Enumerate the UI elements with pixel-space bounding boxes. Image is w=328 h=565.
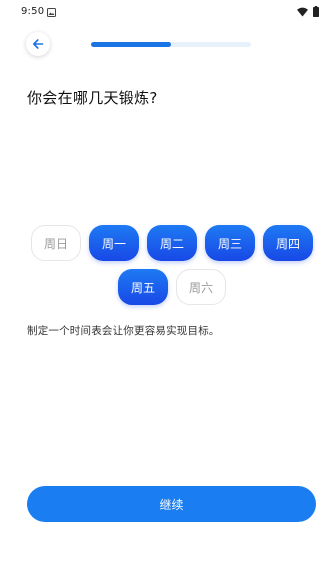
question-title: 你会在哪几天锻炼? [27,89,158,107]
day-chip-label: 周三 [217,236,242,251]
progress-fill [91,42,171,47]
status-bar: 9:50 [0,0,328,26]
progress-bar [91,42,251,47]
continue-button[interactable]: 继续 [27,486,316,522]
arrow-left-icon [33,39,44,49]
continue-label: 继续 [159,497,184,512]
day-chip-saturday[interactable]: 周六 [176,269,226,305]
day-chip-friday[interactable]: 周五 [118,269,168,305]
day-chip-sunday[interactable]: 周日 [31,225,81,261]
day-chip-label: 周五 [130,280,155,295]
image-notification-icon [47,8,56,17]
day-chip-tuesday[interactable]: 周二 [147,225,197,261]
battery-icon [313,6,319,17]
screen: 9:50 你会在哪几天锻炼? 周日 周一 周二 周三 周四 周五 周六 制定一个… [0,0,328,565]
day-chip-label: 周六 [188,280,213,295]
wifi-icon [297,7,308,17]
back-button[interactable] [26,32,50,56]
day-chip-thursday[interactable]: 周四 [263,225,313,261]
hint-text: 制定一个时间表会让你更容易实现目标。 [27,325,220,337]
day-chip-monday[interactable]: 周一 [89,225,139,261]
day-chip-label: 周一 [101,236,126,251]
day-chip-label: 周四 [275,236,300,251]
day-chip-wednesday[interactable]: 周三 [205,225,255,261]
day-chip-label: 周日 [43,236,68,251]
status-time: 9:50 [21,6,45,17]
day-chip-label: 周二 [159,236,184,251]
